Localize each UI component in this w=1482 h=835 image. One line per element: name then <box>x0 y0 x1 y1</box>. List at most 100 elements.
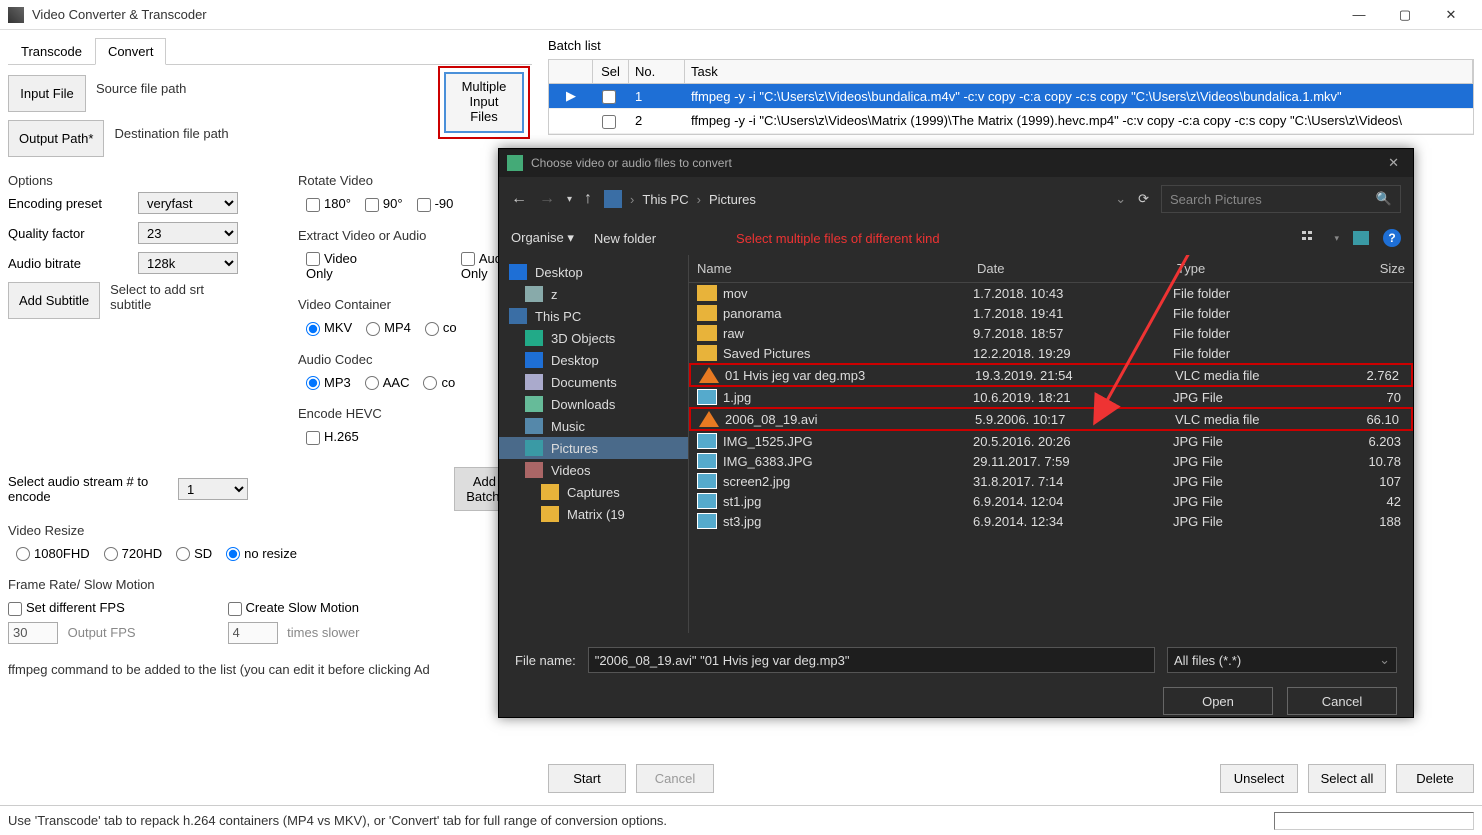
audio-stream-select[interactable]: 1 <box>178 478 248 500</box>
resize-720-radio[interactable]: 720HD <box>104 546 162 562</box>
nav-back-button[interactable]: ← <box>511 190 527 208</box>
codec-mp3-radio[interactable]: MP3 <box>306 375 351 391</box>
refresh-button[interactable]: ⟳ <box>1138 191 1149 207</box>
file-row[interactable]: 1.jpg10.6.2019. 18:21JPG File70 <box>689 387 1413 407</box>
tab-convert[interactable]: Convert <box>95 38 167 65</box>
nav-forward-button[interactable]: → <box>539 190 555 208</box>
container-mp4-radio[interactable]: MP4 <box>366 320 411 336</box>
resize-1080-radio[interactable]: 1080FHD <box>16 546 90 562</box>
fps-input[interactable] <box>8 622 58 644</box>
h265-checkbox[interactable]: H.265 <box>306 429 359 445</box>
batch-row-2-checkbox[interactable] <box>602 115 616 129</box>
col-type[interactable]: Type <box>1169 255 1319 282</box>
view-mode-button[interactable] <box>1302 231 1320 245</box>
batch-cancel-button[interactable]: Cancel <box>636 764 714 793</box>
file-row[interactable]: st1.jpg6.9.2014. 12:04JPG File42 <box>689 491 1413 511</box>
tree-item-downloads[interactable]: Downloads <box>499 393 688 415</box>
organise-menu[interactable]: Organise ▾ <box>511 230 574 246</box>
minimize-button[interactable]: — <box>1336 0 1382 30</box>
dest-path-label: Destination file path <box>114 126 228 141</box>
breadcrumb-dropdown-icon[interactable]: ⌄ <box>1115 191 1126 207</box>
select-all-button[interactable]: Select all <box>1308 764 1386 793</box>
audio-codec-header: Audio Codec <box>298 348 532 371</box>
start-button[interactable]: Start <box>548 764 626 793</box>
tree-item-pictures[interactable]: Pictures <box>499 437 688 459</box>
file-row[interactable]: 01 Hvis jeg var deg.mp319.3.2019. 21:54V… <box>689 363 1413 387</box>
new-folder-button[interactable]: New folder <box>594 231 656 246</box>
tree-item-this-pc[interactable]: This PC <box>499 305 688 327</box>
nav-up-button[interactable]: ↑ <box>584 190 592 208</box>
quality-factor-select[interactable]: 23 <box>138 222 238 244</box>
col-date[interactable]: Date <box>969 255 1169 282</box>
dialog-app-icon <box>507 155 523 171</box>
col-name[interactable]: Name <box>689 255 969 282</box>
hevc-header: Encode HEVC <box>298 402 532 425</box>
file-row[interactable]: raw9.7.2018. 18:57File folder <box>689 323 1413 343</box>
dialog-close-button[interactable]: ✕ <box>1382 155 1405 171</box>
maximize-button[interactable]: ▢ <box>1382 0 1428 30</box>
unselect-button[interactable]: Unselect <box>1220 764 1298 793</box>
codec-aac-radio[interactable]: AAC <box>365 375 410 391</box>
output-path-button[interactable]: Output Path* <box>8 120 104 157</box>
file-row[interactable]: Saved Pictures12.2.2018. 19:29File folde… <box>689 343 1413 363</box>
file-row[interactable]: st3.jpg6.9.2014. 12:34JPG File188 <box>689 511 1413 531</box>
set-fps-checkbox[interactable]: Set different FPS <box>8 600 125 615</box>
col-size[interactable]: Size <box>1319 255 1413 282</box>
filename-input[interactable] <box>588 647 1155 673</box>
close-button[interactable]: ✕ <box>1428 0 1474 30</box>
rotate-video-header: Rotate Video <box>298 169 532 192</box>
delete-button[interactable]: Delete <box>1396 764 1474 793</box>
open-button[interactable]: Open <box>1163 687 1273 715</box>
add-subtitle-button[interactable]: Add Subtitle <box>8 282 100 319</box>
tree-item-matrix-19[interactable]: Matrix (19 <box>499 503 688 525</box>
batch-row-1[interactable]: ▶ 1 ffmpeg -y -i "C:\Users\z\Videos\bund… <box>549 84 1473 109</box>
video-only-checkbox[interactable]: Video Only <box>306 251 377 282</box>
tree-item-videos[interactable]: Videos <box>499 459 688 481</box>
resize-sd-radio[interactable]: SD <box>176 546 212 562</box>
tree-item-captures[interactable]: Captures <box>499 481 688 503</box>
file-row[interactable]: 2006_08_19.avi5.9.2006. 10:17VLC media f… <box>689 407 1413 431</box>
container-copy-radio[interactable]: co <box>425 320 457 336</box>
tree-item-z[interactable]: z <box>499 283 688 305</box>
batch-row-2[interactable]: 2 ffmpeg -y -i "C:\Users\z\Videos\Matrix… <box>549 109 1473 134</box>
tree-item-3d-objects[interactable]: 3D Objects <box>499 327 688 349</box>
folder-icon <box>697 325 717 341</box>
resize-none-radio[interactable]: no resize <box>226 546 297 562</box>
file-type-filter[interactable]: All files (*.*)⌄ <box>1167 647 1397 673</box>
folder-icon <box>697 345 717 361</box>
tree-item-desktop[interactable]: Desktop <box>499 261 688 283</box>
tree-item-documents[interactable]: Documents <box>499 371 688 393</box>
nav-recent-button[interactable]: ▾ <box>567 194 572 205</box>
breadcrumb-this-pc[interactable]: This PC <box>642 192 688 207</box>
codec-copy-radio[interactable]: co <box>423 375 455 391</box>
folder-icon <box>525 352 543 368</box>
breadcrumb-pictures[interactable]: Pictures <box>709 192 756 207</box>
image-icon <box>697 389 717 405</box>
col-task[interactable]: Task <box>685 60 1473 83</box>
tree-item-music[interactable]: Music <box>499 415 688 437</box>
col-no[interactable]: No. <box>629 60 685 83</box>
search-input[interactable]: Search Pictures 🔍 <box>1161 185 1401 213</box>
annotation-multiple-files <box>438 66 530 139</box>
audio-bitrate-select[interactable]: 128k <box>138 252 238 274</box>
container-mkv-radio[interactable]: MKV <box>306 320 352 336</box>
file-row[interactable]: panorama1.7.2018. 19:41File folder <box>689 303 1413 323</box>
help-icon[interactable]: ? <box>1383 229 1401 247</box>
rotate-neg90-checkbox[interactable]: -90 <box>417 196 454 212</box>
file-row[interactable]: screen2.jpg31.8.2017. 7:14JPG File107 <box>689 471 1413 491</box>
slow-motion-checkbox[interactable]: Create Slow Motion <box>228 600 359 615</box>
file-row[interactable]: mov1.7.2018. 10:43File folder <box>689 283 1413 303</box>
file-row[interactable]: IMG_6383.JPG29.11.2017. 7:59JPG File10.7… <box>689 451 1413 471</box>
rotate-180-checkbox[interactable]: 180° <box>306 196 351 212</box>
batch-row-1-checkbox[interactable] <box>602 90 616 104</box>
tree-item-desktop[interactable]: Desktop <box>499 349 688 371</box>
preview-pane-button[interactable] <box>1353 231 1369 245</box>
tab-transcode[interactable]: Transcode <box>8 38 95 65</box>
slow-factor-input[interactable] <box>228 622 278 644</box>
encoding-preset-select[interactable]: veryfast <box>138 192 238 214</box>
input-file-button[interactable]: Input File <box>8 75 86 112</box>
col-sel[interactable]: Sel <box>593 60 629 83</box>
file-row[interactable]: IMG_1525.JPG20.5.2016. 20:26JPG File6.20… <box>689 431 1413 451</box>
rotate-90-checkbox[interactable]: 90° <box>365 196 403 212</box>
dialog-cancel-button[interactable]: Cancel <box>1287 687 1397 715</box>
